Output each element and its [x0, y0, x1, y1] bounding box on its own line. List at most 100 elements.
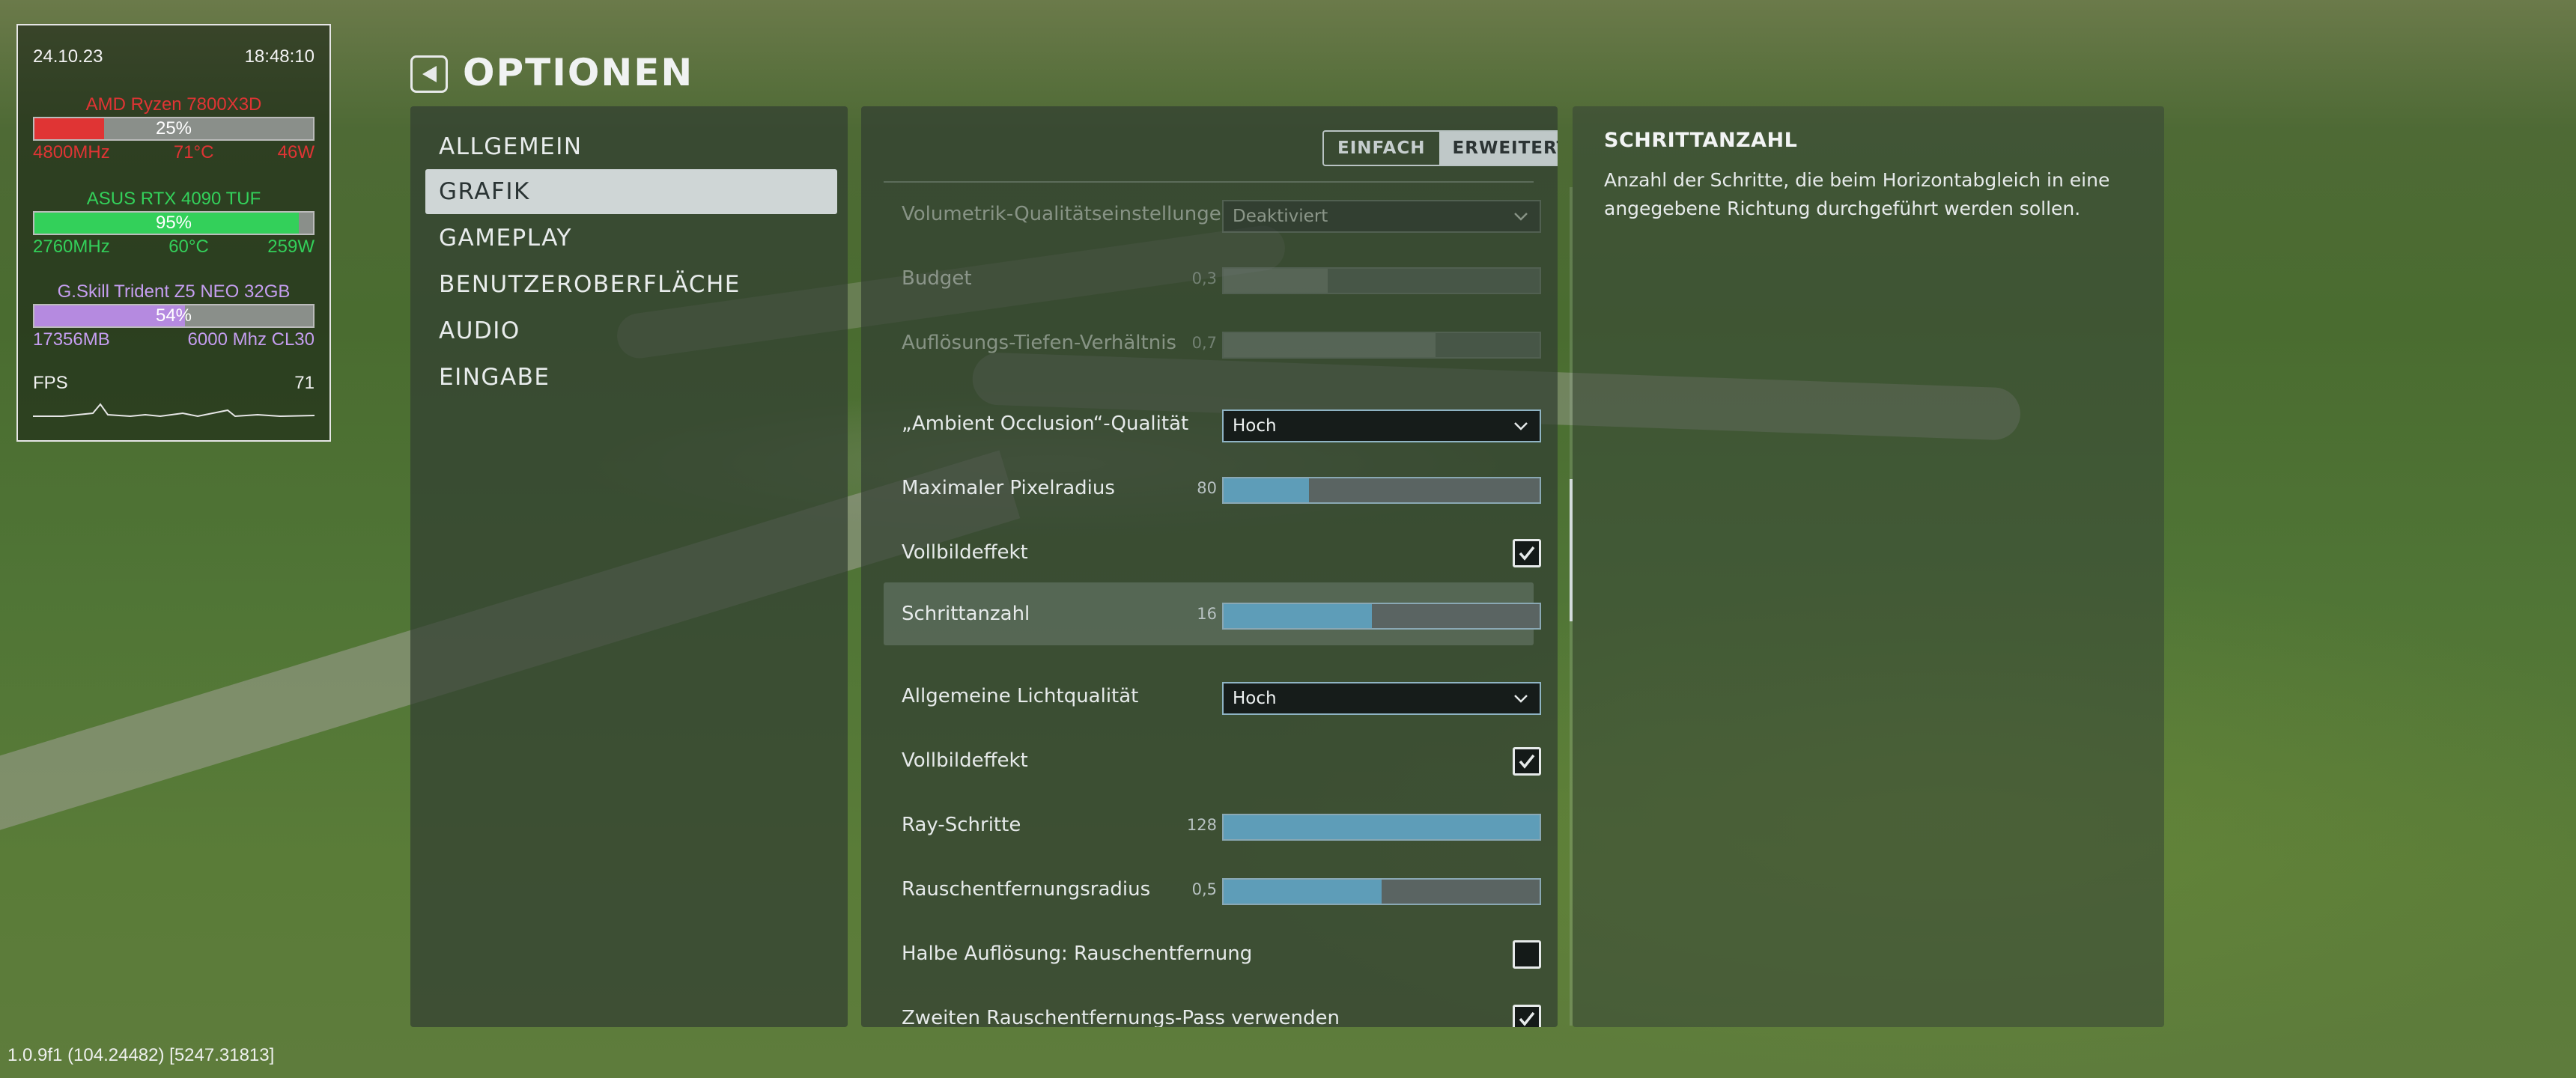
mode-simple-button[interactable]: EINFACH	[1324, 132, 1439, 165]
setting-row-ray-steps: Ray-Schritte 128	[884, 794, 1541, 856]
dropdown-value: Hoch	[1233, 416, 1277, 436]
ram-speed: 6000 Mhz CL30	[187, 329, 315, 350]
setting-row-fullscreen-effect: Vollbildeffekt	[884, 521, 1541, 584]
setting-value: 0,7	[1191, 334, 1217, 352]
setting-row-ao-quality: „Ambient Occlusion“-Qualität Hoch	[884, 392, 1541, 455]
description-title: SCHRITTANZAHL	[1604, 129, 1798, 152]
fps-label: FPS	[33, 373, 68, 393]
back-button[interactable]	[410, 55, 448, 93]
resolution-depth-ratio-slider[interactable]	[1222, 332, 1541, 359]
slider-fill	[1224, 333, 1436, 357]
monitor-datetime: 24.10.23 18:48:10	[33, 46, 315, 67]
nav-item-allgemein[interactable]: ALLGEMEIN	[425, 124, 837, 169]
checkmark-icon	[1519, 1011, 1535, 1026]
setting-label: Budget	[902, 267, 972, 290]
setting-label: Auflösungs-Tiefen-Verhältnis	[902, 332, 1176, 354]
checkmark-icon	[1519, 754, 1535, 769]
description-text: Anzahl der Schritte, die beim Horizontab…	[1604, 169, 2110, 219]
setting-row-general-light-quality: Allgemeine Lichtqualität Hoch	[884, 665, 1541, 728]
setting-label: Allgemeine Lichtqualität	[902, 685, 1139, 707]
setting-label: Halbe Auflösung: Rauschentfernung	[902, 943, 1253, 965]
volumetric-quality-dropdown[interactable]: Deaktiviert	[1222, 200, 1541, 233]
setting-label: Zweiten Rauschentfernungs-Pass verwenden	[902, 1007, 1340, 1027]
setting-label: „Ambient Occlusion“-Qualität	[902, 412, 1189, 435]
fps-graph	[33, 403, 315, 418]
setting-row-volumetric-quality: Volumetrik-Qualitätseinstellungen Deakti…	[884, 183, 1541, 246]
cpu-clock: 4800MHz	[33, 142, 110, 162]
gpu-load-text: 95%	[155, 213, 192, 233]
nav-item-gameplay[interactable]: GAMEPLAY	[425, 216, 837, 261]
setting-label: Schrittanzahl	[902, 603, 1030, 625]
setting-label: Vollbildeffekt	[902, 541, 1028, 564]
version-label: 1.0.9f1 (104.24482) [5247.31813]	[7, 1045, 275, 1065]
setting-row-half-res-denoise: Halbe Auflösung: Rauschentfernung	[884, 922, 1541, 985]
half-res-denoise-checkbox[interactable]	[1513, 940, 1541, 969]
ram-used: 17356MB	[33, 329, 110, 350]
ao-quality-dropdown[interactable]: Hoch	[1222, 409, 1541, 442]
setting-value: 0,5	[1191, 880, 1217, 898]
step-count-slider[interactable]	[1222, 603, 1541, 630]
hardware-monitor-overlay: 24.10.23 18:48:10 AMD Ryzen 7800X3D 25% …	[16, 24, 331, 442]
second-denoise-pass-checkbox[interactable]	[1513, 1005, 1541, 1027]
graphics-settings-panel: EINFACH ERWEITERT Volumetrik-Qualitätsei…	[861, 106, 1558, 1027]
setting-value: 128	[1186, 816, 1217, 834]
setting-row-resolution-depth-ratio: Auflösungs-Tiefen-Verhältnis 0,7	[884, 311, 1541, 374]
gpu-temp: 60°C	[168, 237, 209, 257]
ray-steps-slider[interactable]	[1222, 814, 1541, 841]
ram-load-bar: 54%	[33, 304, 315, 328]
ram-load-text: 54%	[155, 305, 192, 326]
setting-row-max-pixel-radius: Maximaler Pixelradius 80	[884, 457, 1541, 520]
dropdown-value: Deaktiviert	[1233, 207, 1328, 226]
gpu-load-bar: 95%	[33, 211, 315, 235]
slider-fill	[1224, 880, 1382, 904]
setting-label: Volumetrik-Qualitätseinstellungen	[902, 203, 1234, 225]
setting-row-budget: Budget 0,3	[884, 247, 1541, 310]
nav-item-grafik[interactable]: GRAFIK	[425, 169, 837, 214]
nav-item-audio[interactable]: AUDIO	[425, 308, 837, 353]
ram-name: G.Skill Trident Z5 NEO 32GB	[57, 281, 291, 302]
gpu-name: ASUS RTX 4090 TUF	[86, 189, 261, 209]
fullscreen-effect-checkbox[interactable]	[1513, 747, 1541, 776]
fps-row: FPS 71	[33, 373, 315, 394]
cpu-load-text: 25%	[155, 118, 192, 138]
cpu-name: AMD Ryzen 7800X3D	[85, 94, 262, 115]
setting-row-step-count: Schrittanzahl 16	[884, 582, 1541, 645]
chevron-down-icon	[1514, 695, 1528, 703]
slider-fill	[1224, 815, 1540, 839]
max-pixel-radius-slider[interactable]	[1222, 477, 1541, 504]
light-quality-dropdown[interactable]: Hoch	[1222, 682, 1541, 715]
checkmark-icon	[1519, 546, 1535, 561]
cpu-stats: 4800MHz 71°C 46W	[33, 142, 315, 163]
chevron-down-icon	[1514, 422, 1528, 430]
gpu-power: 259W	[267, 237, 315, 257]
ram-stats: 17356MB 6000 Mhz CL30	[33, 329, 315, 350]
fullscreen-effect-checkbox[interactable]	[1513, 539, 1541, 567]
slider-fill	[1224, 478, 1309, 502]
setting-value: 16	[1197, 605, 1217, 623]
dropdown-value: Hoch	[1233, 689, 1277, 708]
cpu-power: 46W	[277, 142, 315, 162]
budget-slider[interactable]	[1222, 267, 1541, 294]
setting-row-denoise-radius: Rauschentfernungsradius 0,5	[884, 858, 1541, 921]
fps-value: 71	[294, 373, 315, 393]
mode-advanced-button[interactable]: ERWEITERT	[1439, 132, 1558, 165]
setting-label: Vollbildeffekt	[902, 749, 1028, 772]
monitor-date: 24.10.23	[33, 46, 103, 67]
page-title: OPTIONEN	[463, 51, 694, 94]
denoise-radius-slider[interactable]	[1222, 878, 1541, 905]
setting-label: Rauschentfernungsradius	[902, 878, 1151, 901]
chevron-down-icon	[1514, 213, 1528, 221]
setting-row-second-denoise-pass: Zweiten Rauschentfernungs-Pass verwenden	[884, 987, 1541, 1027]
nav-item-eingabe[interactable]: EINGABE	[425, 355, 837, 400]
slider-fill	[1224, 269, 1328, 293]
nav-item-benutzeroberflaeche[interactable]: BENUTZEROBERFLÄCHE	[425, 262, 837, 307]
cpu-temp: 71°C	[173, 142, 214, 162]
setting-label: Maximaler Pixelradius	[902, 477, 1115, 499]
description-panel: SCHRITTANZAHL Anzahl der Schritte, die b…	[1573, 106, 2164, 1027]
gpu-stats: 2760MHz 60°C 259W	[33, 237, 315, 258]
cpu-load-bar: 25%	[33, 117, 315, 141]
setting-label: Ray-Schritte	[902, 814, 1021, 836]
setting-row-fullscreen-effect-2: Vollbildeffekt	[884, 729, 1541, 792]
gpu-clock: 2760MHz	[33, 237, 110, 257]
monitor-time: 18:48:10	[244, 46, 315, 67]
